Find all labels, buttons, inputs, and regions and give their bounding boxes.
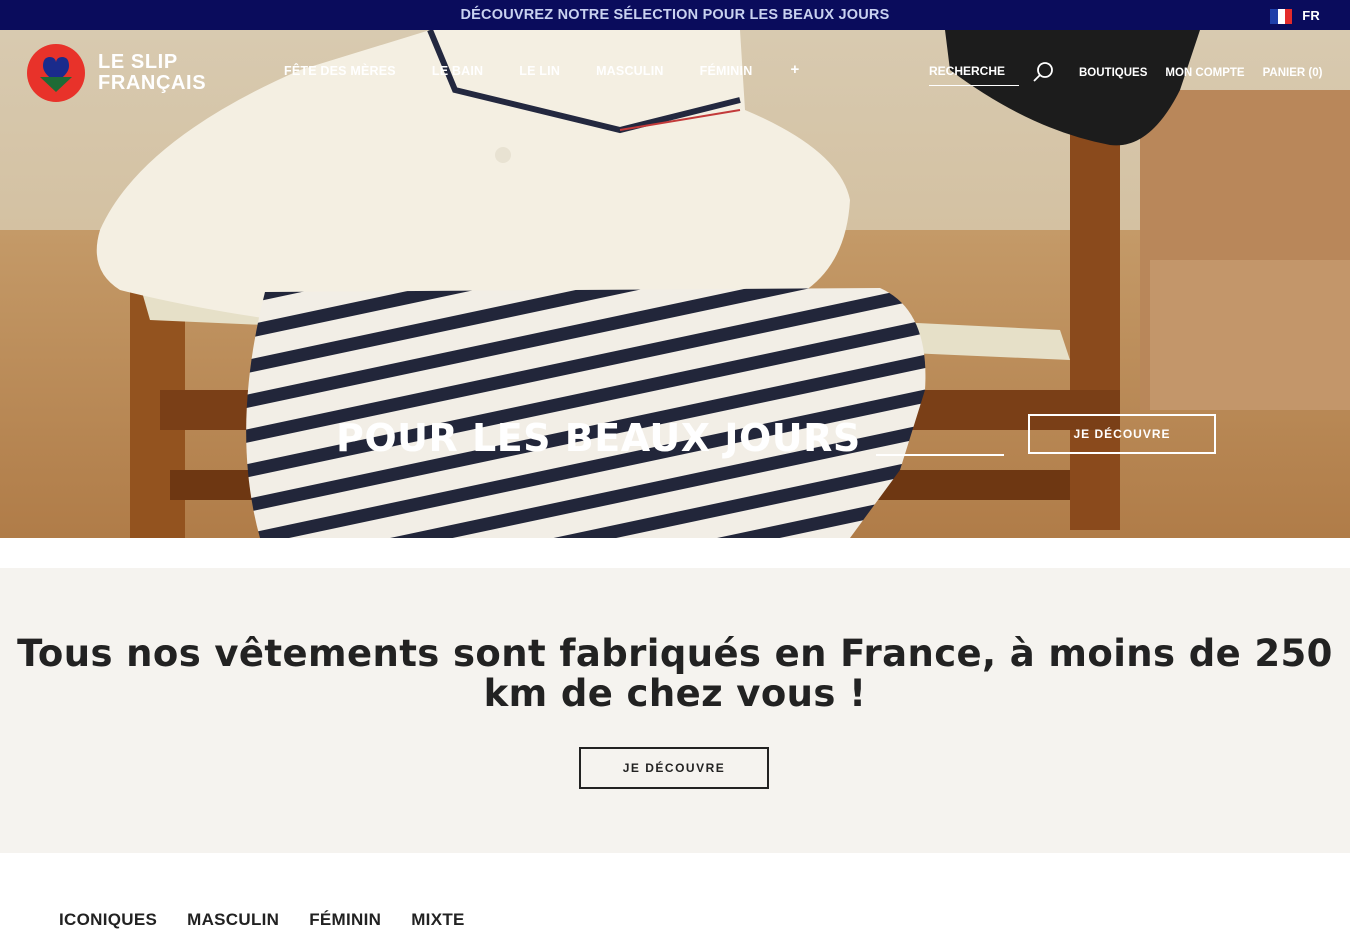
hero-title: POUR LES BEAUX JOURS — [336, 416, 861, 460]
search-bar: RECHERCHE — [929, 62, 1055, 86]
made-in-france-banner: Tous nos vêtements sont fabriqués en Fra… — [0, 568, 1350, 853]
tab-mixte[interactable]: MIXTE — [411, 910, 464, 930]
brand-logo[interactable]: LE SLIP FRANÇAIS — [27, 44, 206, 102]
shops-link[interactable]: BOUTIQUES — [1079, 67, 1147, 79]
announcement-bar[interactable]: DÉCOUVREZ NOTRE SÉLECTION POUR LES BEAUX… — [0, 0, 1350, 30]
hero-banner[interactable]: LE SLIP FRANÇAIS FÊTE DES MÈRES LE BAIN … — [0, 30, 1350, 538]
my-account-link[interactable]: MON COMPTE — [1165, 67, 1244, 79]
account-links: BOUTIQUES MON COMPTE PANIER (0) — [1079, 67, 1322, 79]
nav-item-le-bain[interactable]: LE BAIN — [432, 64, 483, 78]
brand-name: LE SLIP FRANÇAIS — [98, 52, 206, 94]
nav-item-le-lin[interactable]: LE LIN — [519, 64, 560, 78]
hero-divider — [876, 454, 1004, 456]
announcement-text[interactable]: DÉCOUVREZ NOTRE SÉLECTION POUR LES BEAUX… — [461, 7, 890, 23]
tab-feminin[interactable]: FÉMININ — [309, 910, 381, 930]
tab-iconiques[interactable]: ICONIQUES — [59, 910, 157, 930]
brand-name-line2: FRANÇAIS — [98, 72, 207, 94]
banner-discover-button[interactable]: JE DÉCOUVRE — [579, 747, 769, 789]
nav-item-masculin[interactable]: MASCULIN — [596, 64, 664, 78]
hero-image — [0, 30, 1350, 538]
brand-name-line1: LE SLIP — [98, 51, 178, 73]
hero-discover-button[interactable]: JE DÉCOUVRE — [1028, 414, 1216, 454]
nav-item-fete-des-meres[interactable]: FÊTE DES MÈRES — [284, 64, 396, 78]
nav-item-feminin[interactable]: FÉMININ — [700, 64, 753, 78]
france-flag-icon — [1270, 8, 1293, 24]
language-selector[interactable]: FR — [1270, 0, 1320, 30]
search-input[interactable]: RECHERCHE — [929, 64, 1019, 86]
tab-masculin[interactable]: MASCULIN — [187, 910, 279, 930]
nav-more-button[interactable]: + — [790, 62, 799, 78]
search-icon[interactable] — [1031, 60, 1055, 84]
language-code: FR — [1302, 7, 1320, 23]
main-nav: FÊTE DES MÈRES LE BAIN LE LIN MASCULIN F… — [284, 62, 799, 78]
cart-link[interactable]: PANIER (0) — [1263, 67, 1323, 79]
heart-logo-icon — [27, 44, 85, 102]
category-tabs: ICONIQUES MASCULIN FÉMININ MIXTE — [59, 910, 465, 930]
banner-text: Tous nos vêtements sont fabriqués en Fra… — [17, 632, 1333, 715]
